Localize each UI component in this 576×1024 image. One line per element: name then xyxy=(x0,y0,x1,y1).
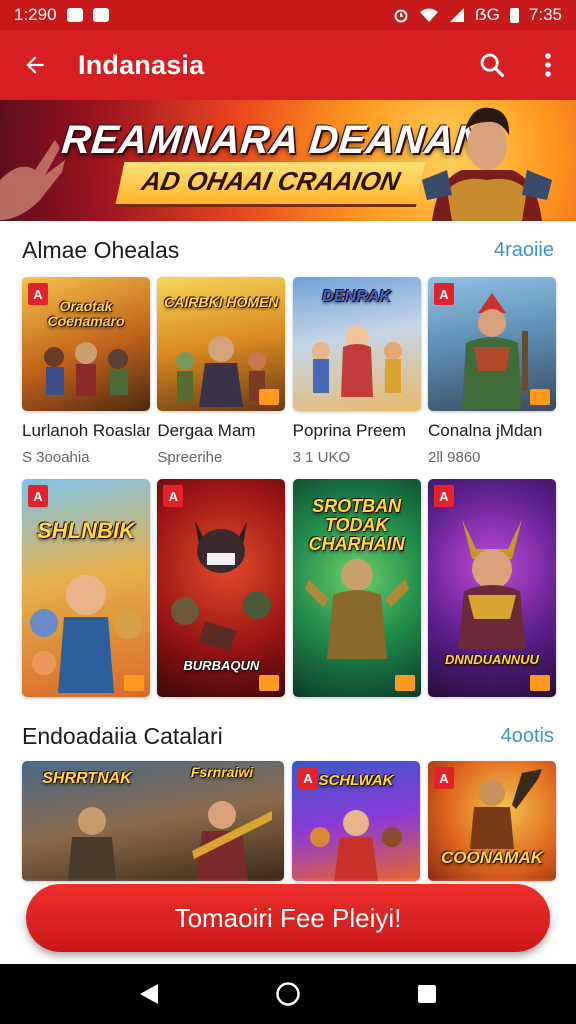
game-thumbnail: SHRRTNAK Fsrnraiwi xyxy=(22,761,284,881)
game-characters-art xyxy=(171,521,272,651)
game-card[interactable]: A COONAMAK xyxy=(428,761,556,881)
game-character-art xyxy=(457,519,526,649)
search-icon xyxy=(480,53,505,78)
system-nav-bar xyxy=(0,964,576,1024)
app-badge-icon: A xyxy=(433,485,454,507)
game-card[interactable]: A SHLNBIK xyxy=(22,479,150,697)
game-tag-icon xyxy=(259,389,280,405)
nav-recents-button[interactable] xyxy=(397,964,457,1024)
banner-subtitle: AD OHAAI CRAAION xyxy=(115,162,426,204)
search-button[interactable] xyxy=(464,30,520,100)
game-card[interactable]: A Conalna jMdan 2ll 9860 xyxy=(427,277,556,466)
game-thumbnail: CAIRBKI HOMEN xyxy=(157,277,286,411)
alarm-icon xyxy=(394,9,408,23)
game-logo-text: SCHLWAK xyxy=(318,772,394,789)
battery-icon xyxy=(509,7,519,23)
back-button[interactable] xyxy=(0,30,70,100)
game-thumbnail: A COONAMAK xyxy=(428,761,556,881)
arrow-left-icon xyxy=(26,56,44,74)
nav-back-button[interactable] xyxy=(119,964,179,1024)
game-characters-art xyxy=(44,342,128,396)
game-meta: 2ll 9860 xyxy=(427,449,481,466)
wifi-icon xyxy=(419,8,438,22)
game-characters-art xyxy=(310,810,402,881)
game-thumbnail: A xyxy=(427,277,556,411)
banner-hand-art xyxy=(0,140,65,220)
game-logo-text: Fsrnraiwi xyxy=(190,764,254,780)
game-logo-text: COONAMAK xyxy=(441,848,543,867)
game-character-art xyxy=(304,559,409,659)
status-time-left: 1:290 xyxy=(14,5,57,24)
section-header: Endoadaiia Catalari 4ootis xyxy=(22,718,554,754)
game-logo-text: BURBAQUN xyxy=(183,658,260,673)
game-logo-text: Oraotak Coenamaro xyxy=(47,298,125,329)
app-badge-icon: A xyxy=(28,485,48,507)
game-row: A Oraotak Coenamaro Lurlanoh Roaslara S … xyxy=(22,277,556,466)
game-tag-icon xyxy=(529,389,550,405)
game-tag-icon xyxy=(394,675,415,691)
message-icon xyxy=(92,8,109,22)
see-all-link[interactable]: 4ootis xyxy=(501,725,554,748)
game-meta: Spreerihe xyxy=(157,449,223,466)
banner-hero-art xyxy=(422,107,552,221)
play-now-button[interactable]: Tomaoiri Fee Pleiyi! xyxy=(26,884,550,952)
app-bar: Indanasia xyxy=(0,30,576,100)
game-thumbnail: A Oraotak Coenamaro xyxy=(22,277,150,411)
nav-back-icon xyxy=(140,984,159,1004)
game-characters-art xyxy=(68,801,272,881)
game-logo-text: DENRAK xyxy=(322,288,391,305)
game-card[interactable]: CAIRBKI HOMEN Dergaa Mam Spreerihe xyxy=(157,277,286,466)
signal-icon xyxy=(449,8,464,22)
game-logo-text: SROTBAN TODAK CHARHAIN xyxy=(308,496,405,554)
game-title: Lurlanoh Roaslara xyxy=(22,421,150,440)
game-card[interactable]: A SCHLWAK xyxy=(292,761,420,881)
game-thumbnail: A SCHLWAK xyxy=(292,761,420,881)
game-title: Dergaa Mam xyxy=(157,421,256,440)
see-all-link[interactable]: 4raoiie xyxy=(494,239,554,262)
game-title: Poprina Preem xyxy=(292,421,407,440)
game-logo-text: DNNDUANNUU xyxy=(445,652,539,667)
game-card[interactable]: SHRRTNAK Fsrnraiwi xyxy=(22,761,284,881)
status-time-right: 7:35 xyxy=(528,5,562,24)
game-row: A SHLNBIK A BURBAQUN SROTBAN TODAK CHARH… xyxy=(22,479,556,697)
game-thumbnail: A SHLNBIK xyxy=(22,479,150,697)
game-meta: 3 1 UKO xyxy=(292,449,351,466)
game-tag-icon xyxy=(259,675,280,691)
game-card[interactable]: A Oraotak Coenamaro Lurlanoh Roaslara S … xyxy=(22,277,150,466)
notification-icon xyxy=(66,8,83,22)
game-thumbnail: SROTBAN TODAK CHARHAIN xyxy=(292,479,421,697)
section-title: Almae Ohealas xyxy=(22,236,180,263)
game-title: Conalna jMdan xyxy=(427,421,543,440)
game-thumbnail: DENRAK xyxy=(292,277,421,411)
game-characters-art xyxy=(311,325,402,397)
game-meta: S 3ooahia xyxy=(22,449,90,466)
game-thumbnail: A BURBAQUN xyxy=(157,479,286,697)
promo-banner[interactable]: REAMNARA DEANAN AD OHAAI CRAAION xyxy=(0,100,576,221)
game-card[interactable]: A BURBAQUN xyxy=(157,479,286,697)
nav-home-button[interactable] xyxy=(258,964,318,1024)
game-row: SHRRTNAK Fsrnraiwi A SCHLWAK A COONAMAK xyxy=(22,761,556,881)
nav-home-icon xyxy=(276,982,300,1006)
page-title: Indanasia xyxy=(78,49,205,80)
game-tag-icon xyxy=(529,675,550,691)
game-tag-icon xyxy=(124,675,144,691)
game-logo-text: SHRRTNAK xyxy=(42,770,132,787)
status-bar: 1:290 ẞG 7:35 xyxy=(0,0,576,30)
section-header: Almae Ohealas 4raoiie xyxy=(22,232,554,268)
more-options-button[interactable] xyxy=(520,30,576,100)
game-characters-art xyxy=(30,575,142,693)
game-logo-text: SHLNBIK xyxy=(37,518,135,543)
nav-recents-icon xyxy=(417,985,436,1003)
game-thumbnail: A DNNDUANNUU xyxy=(427,479,556,697)
game-character-art xyxy=(470,769,542,849)
network-type: ẞG xyxy=(474,5,500,24)
section-title: Endoadaiia Catalari xyxy=(22,722,223,749)
game-card[interactable]: SROTBAN TODAK CHARHAIN xyxy=(292,479,421,697)
game-logo-text: CAIRBKI HOMEN xyxy=(164,294,279,310)
game-card[interactable]: A DNNDUANNUU xyxy=(427,479,556,697)
more-vert-icon xyxy=(545,53,551,77)
game-card[interactable]: DENRAK Poprina Preem 3 1 UKO xyxy=(292,277,421,466)
